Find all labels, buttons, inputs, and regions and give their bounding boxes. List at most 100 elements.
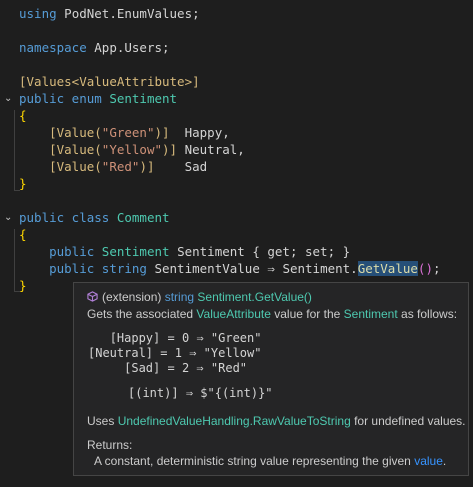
keyword-namespace: namespace [19, 40, 87, 55]
mapping-eq: = [167, 361, 175, 375]
member-pad [155, 159, 185, 174]
summary-text-1: Gets the associated [87, 307, 194, 321]
code-line-property-sentiment: public Sentiment Sentiment { get; set; } [19, 243, 350, 260]
code-line-enum-member: [Value("Red")] Sad [19, 158, 207, 175]
property-name: Sentiment [177, 244, 245, 259]
enum-name: Sentiment [109, 91, 178, 106]
returns-end: . [442, 454, 447, 468]
code-line-enum-member: [Value("Yellow")] Neutral, [19, 141, 245, 158]
enum-close-brace: } [19, 176, 27, 191]
mapping-num: 0 [181, 331, 190, 345]
code-line-class-decl: public class Comment [19, 209, 170, 226]
tooltip-summary: Gets the associated ValueAttribute value… [87, 307, 457, 321]
member-attr-suffix: )] [162, 142, 178, 157]
code-line-enum-decl: public enum Sentiment [19, 90, 177, 107]
summary-link-valueattribute: ValueAttribute [196, 307, 271, 321]
undefined-text-2: for undefined values. [354, 414, 466, 428]
summary-link-sentiment: Sentiment [343, 307, 398, 321]
mapping-num: 1 [174, 346, 182, 360]
member-access-target: Sentiment. [282, 261, 358, 276]
returns-label: Returns: [87, 438, 133, 452]
code-line-enum-member: [Value("Green")] Happy, [19, 124, 230, 141]
mapping-key: [Happy] [109, 331, 161, 345]
member-attr-suffix: )] [139, 159, 155, 174]
member-attr-prefix: [Value( [49, 125, 102, 140]
tooltip-undefined-handling: Uses UndefinedValueHandling.RawValueToSt… [87, 414, 466, 428]
fold-chevron-enum-icon[interactable]: ⌄ [4, 93, 16, 105]
extension-method-icon [87, 291, 98, 302]
undefined-text-1: Uses [87, 414, 115, 428]
keyword-public: public [49, 261, 95, 276]
code-line-using: using PodNet.EnumValues; [19, 5, 200, 22]
mapping-arrow: ⇒ [196, 361, 204, 375]
member-attr-suffix: )] [154, 125, 170, 140]
fallback-right: $"{(int)}" [200, 386, 273, 400]
mapping-eq: = [160, 346, 168, 360]
indent-guide-class [14, 229, 15, 291]
signature-member: Sentiment.GetValue() [197, 290, 312, 304]
quickinfo-tooltip: (extension) string Sentiment.GetValue() … [73, 282, 469, 476]
code-line-enum-open: { [19, 107, 27, 124]
attribute-name: Values<ValueAttribute> [26, 74, 193, 89]
keyword-public-enum: public enum [19, 91, 102, 106]
mapping-pad [88, 331, 110, 345]
code-line-enum-close: } [19, 175, 27, 192]
indent-guide-enum [14, 110, 15, 190]
enum-open-brace: { [19, 108, 27, 123]
mapping-row: [Neutral] = 1 ⇒ "Yellow" [88, 346, 261, 360]
member-name: Neutral, [184, 142, 245, 157]
member-name: Happy, [184, 125, 230, 140]
mapping-arrow: ⇒ [189, 346, 197, 360]
code-line-namespace: namespace App.Users; [19, 39, 170, 56]
mapping-pad [88, 361, 124, 375]
signature-return-type: string [164, 290, 195, 304]
fold-chevron-class-icon[interactable]: ⌄ [4, 212, 16, 224]
mapping-fallback-row: [(int)] ⇒ $"{(int)}" [128, 386, 273, 400]
getvalue-method-call[interactable]: GetValue [357, 261, 418, 276]
signature-prefix: (extension) [102, 290, 162, 304]
mapping-key: [Sad] [124, 361, 161, 375]
code-line-class-open: { [19, 226, 27, 243]
namespace-name: App.Users; [94, 40, 170, 55]
member-attr-prefix: [Value( [49, 159, 102, 174]
mapping-num: 2 [181, 361, 190, 375]
keyword-using: using [19, 6, 57, 21]
code-line-attribute: [Values<ValueAttribute>] [19, 73, 200, 90]
returns-link-value: value [414, 454, 443, 468]
member-attr-value: "Red" [101, 159, 140, 174]
keyword-public-class: public class [19, 210, 110, 225]
undefined-link-handling: UndefinedValueHandling [117, 414, 250, 428]
mapping-value: "Yellow" [203, 346, 262, 360]
fallback-left: [(int)] [128, 386, 179, 400]
mapping-row: [Happy] = 0 ⇒ "Green" [88, 331, 262, 345]
attribute-close-bracket: ] [192, 74, 200, 89]
using-namespace: PodNet.EnumValues; [64, 6, 200, 21]
mapping-arrow: ⇒ [196, 331, 204, 345]
lambda-arrow: ⇒ [267, 261, 275, 276]
member-attr-prefix: [Value( [49, 142, 102, 157]
class-open-brace: { [19, 227, 27, 242]
call-parens: () [417, 261, 433, 276]
mapping-eq: = [167, 331, 175, 345]
keyword-string: string [101, 261, 147, 276]
mapping-row: [Sad] = 2 ⇒ "Red" [88, 361, 247, 375]
class-close-brace: } [19, 278, 27, 293]
mapping-value: "Green" [210, 331, 262, 345]
code-line-property-sentiment-value: public string SentimentValue ⇒ Sentiment… [19, 260, 441, 277]
keyword-public: public [49, 244, 95, 259]
member-name: Sad [184, 159, 208, 174]
summary-text-2: value for the [274, 307, 341, 321]
undefined-link-raw: .RawValueToString [249, 414, 351, 428]
statement-end: ; [432, 261, 441, 276]
fallback-arrow: ⇒ [185, 386, 194, 400]
member-attr-value: "Green" [101, 125, 155, 140]
property-type: Sentiment [101, 244, 170, 259]
attribute-open-bracket: [ [19, 74, 27, 89]
property-name: SentimentValue [154, 261, 260, 276]
property-accessors: { get; set; } [252, 244, 351, 259]
member-pad [170, 125, 185, 140]
member-pad [177, 142, 185, 157]
mapping-value: "Red" [210, 361, 248, 375]
mapping-key: [Neutral] [88, 346, 154, 360]
class-name: Comment [116, 210, 170, 225]
